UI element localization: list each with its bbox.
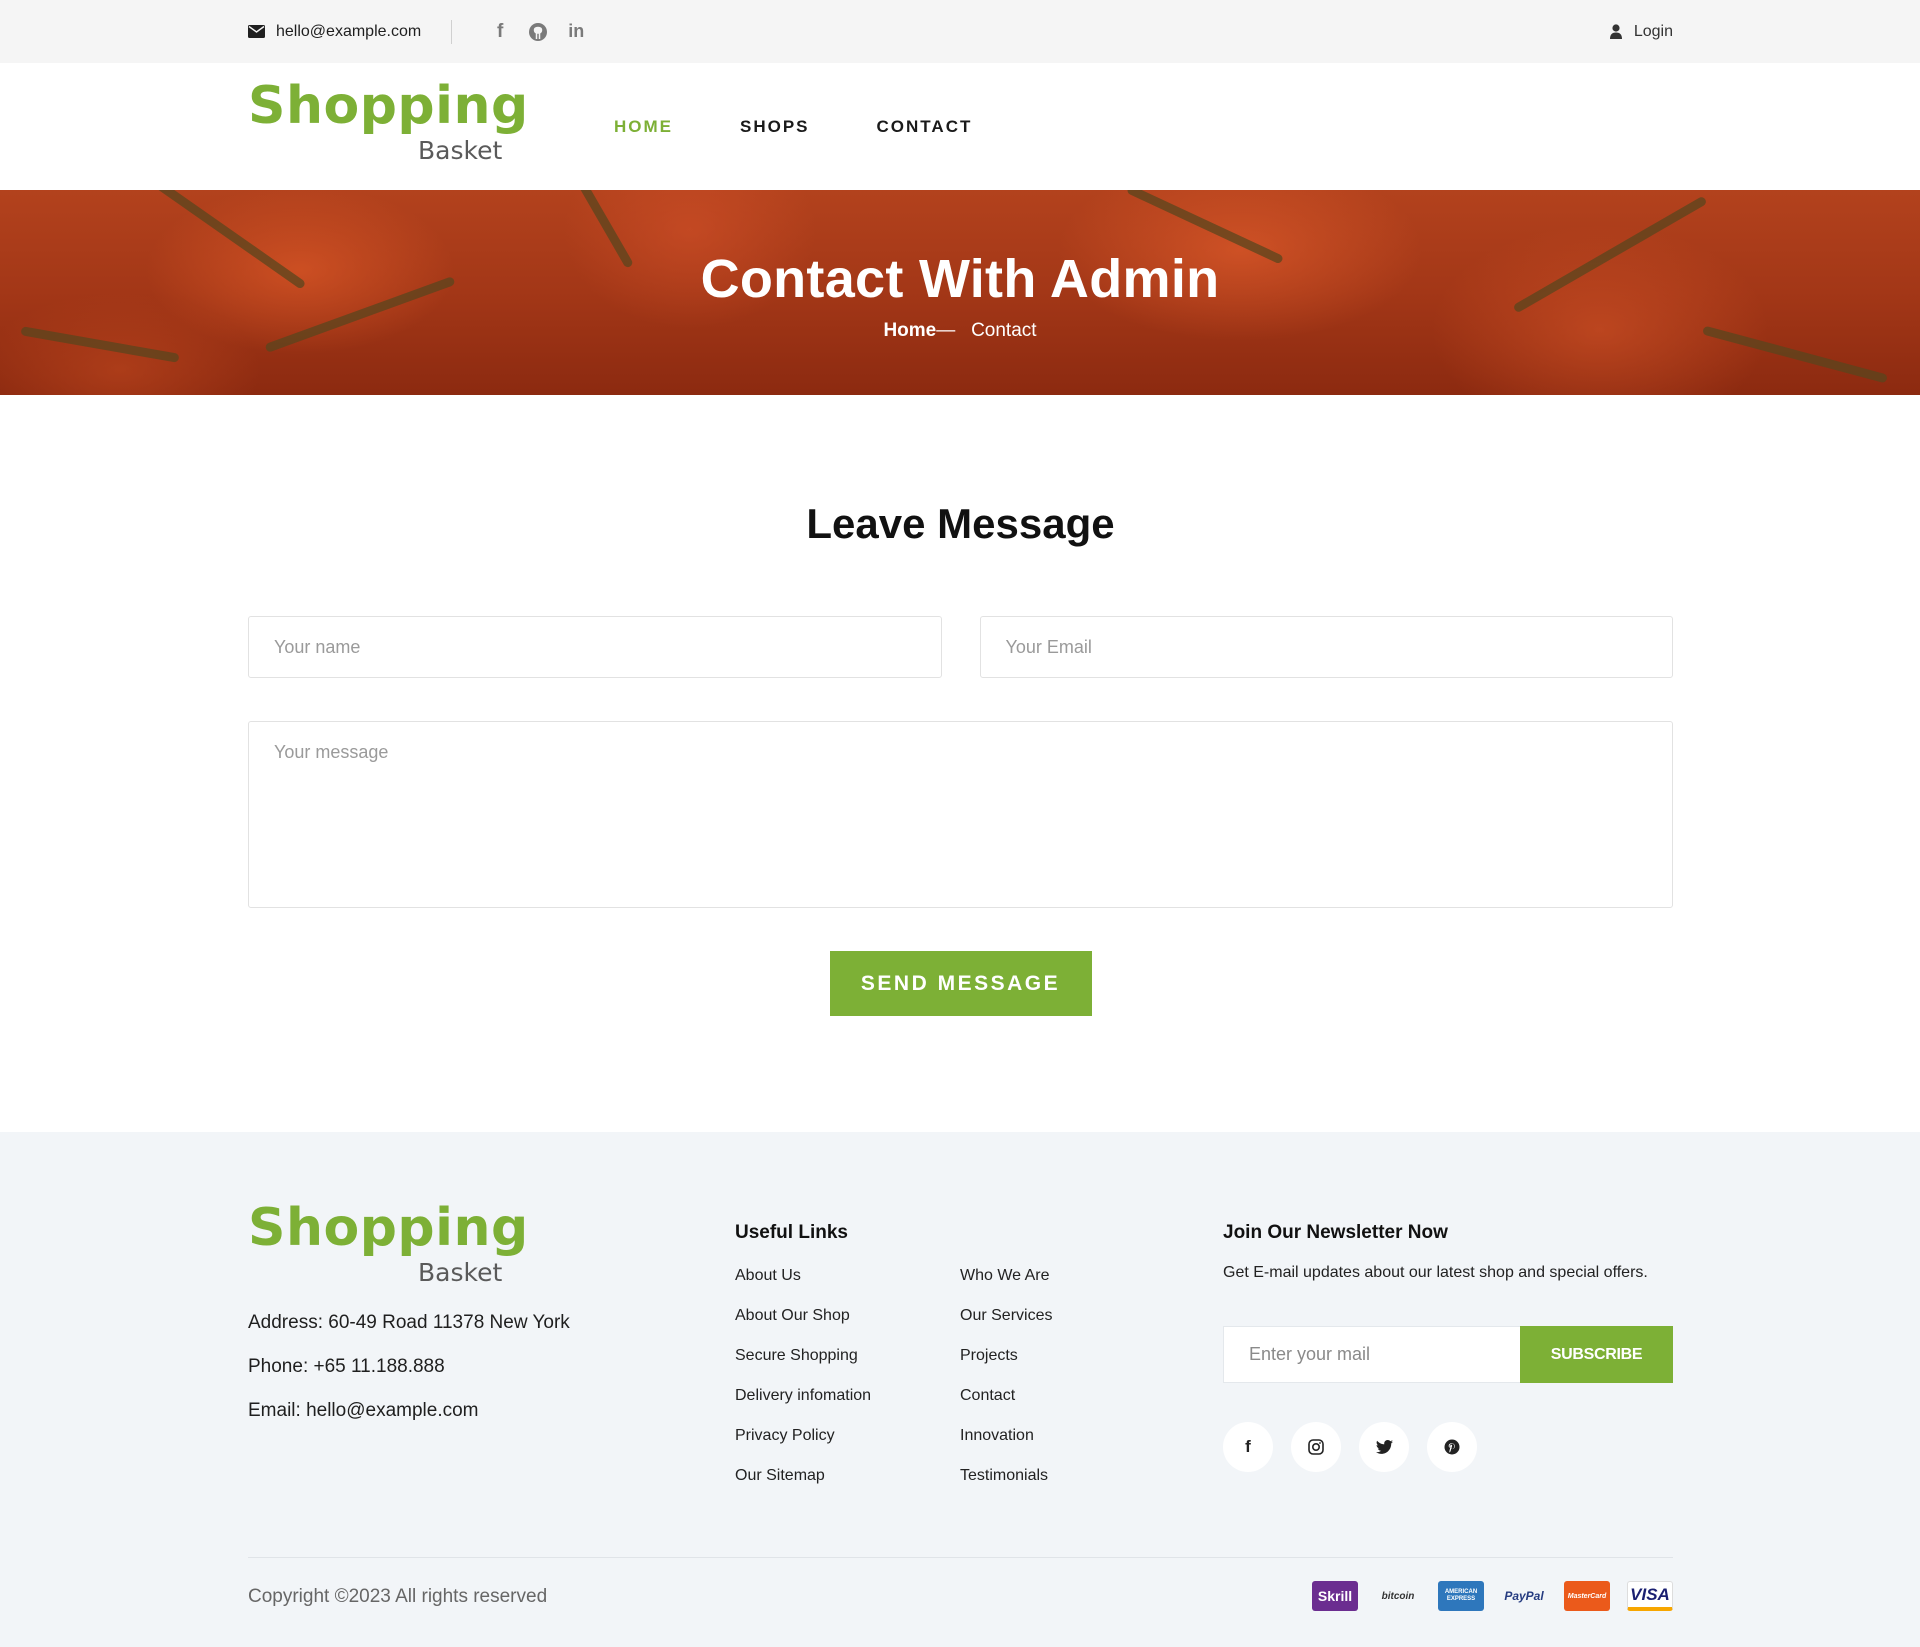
nav-home[interactable]: HOME bbox=[614, 117, 673, 137]
subscribe-button[interactable]: SUBSCRIBE bbox=[1520, 1326, 1673, 1383]
facebook-icon[interactable]: f bbox=[490, 21, 510, 42]
main-nav: HOME SHOPS CONTACT bbox=[614, 117, 1039, 137]
breadcrumb-home[interactable]: Home bbox=[883, 320, 936, 341]
copyright-text: Copyright ©2023 All rights reserved bbox=[248, 1586, 548, 1607]
top-bar: hello@example.com f in Login bbox=[0, 0, 1920, 63]
nav-contact[interactable]: CONTACT bbox=[877, 117, 973, 137]
instagram-icon[interactable] bbox=[1291, 1422, 1341, 1472]
logo-sub-text: Basket bbox=[418, 135, 503, 165]
breadcrumb-current: Contact bbox=[971, 320, 1037, 341]
envelope-icon bbox=[248, 25, 265, 38]
skrill-icon: Skrill bbox=[1312, 1581, 1358, 1611]
topbar-social: f in bbox=[490, 21, 586, 42]
user-icon bbox=[1609, 24, 1622, 39]
footer-link[interactable]: Testimonials bbox=[960, 1465, 1052, 1505]
message-textarea[interactable] bbox=[248, 721, 1673, 908]
facebook-icon[interactable]: f bbox=[1223, 1422, 1273, 1472]
footer-link[interactable]: Secure Shopping bbox=[735, 1345, 871, 1385]
section-title: Leave Message bbox=[806, 500, 1115, 547]
site-logo[interactable]: Shopping Basket bbox=[248, 80, 528, 165]
amex-icon: AMERICAN EXPRESS bbox=[1438, 1581, 1484, 1611]
footer-link[interactable]: Privacy Policy bbox=[735, 1425, 871, 1465]
footer-logo-sub: Basket bbox=[418, 1258, 503, 1287]
mastercard-icon: MasterCard bbox=[1564, 1581, 1610, 1611]
useful-links-title: Useful Links bbox=[735, 1222, 848, 1243]
nav-shops[interactable]: SHOPS bbox=[740, 117, 810, 137]
visa-icon: VISA bbox=[1627, 1581, 1673, 1611]
page-banner: Contact With Admin Home— Contact bbox=[0, 190, 1920, 395]
name-input[interactable] bbox=[248, 616, 942, 678]
breadcrumb: Home— Contact bbox=[0, 320, 1920, 342]
newsletter-title: Join Our Newsletter Now bbox=[1223, 1222, 1448, 1243]
footer-address: Address: 60-49 Road 11378 New York bbox=[248, 1312, 570, 1333]
login-link[interactable]: Login bbox=[1609, 22, 1673, 41]
send-message-button[interactable]: SEND MESSAGE bbox=[829, 951, 1092, 1016]
newsletter-form: SUBSCRIBE bbox=[1223, 1326, 1673, 1383]
email-input[interactable] bbox=[979, 616, 1673, 678]
form-row bbox=[248, 616, 1673, 678]
logo-main-text: Shopping bbox=[248, 75, 529, 136]
breadcrumb-separator: — bbox=[936, 320, 956, 341]
payment-methods: Skrill bitcoin AMERICAN EXPRESS PayPal M… bbox=[1312, 1581, 1673, 1611]
bitcoin-icon: bitcoin bbox=[1381, 1590, 1415, 1602]
footer-logo-main: Shopping bbox=[248, 1198, 529, 1258]
newsletter-text: Get E-mail updates about our latest shop… bbox=[1223, 1264, 1648, 1281]
login-label: Login bbox=[1633, 22, 1673, 40]
page-title: Contact With Admin bbox=[700, 249, 1220, 309]
useful-links-col-2: Who We Are Our Services Projects Contact… bbox=[960, 1265, 1052, 1505]
site-footer: Shopping Basket Address: 60-49 Road 1137… bbox=[0, 1132, 1920, 1647]
footer-contact-info: Address: 60-49 Road 11378 New York Phone… bbox=[248, 1312, 570, 1444]
topbar-email-text: hello@example.com bbox=[276, 22, 422, 40]
footer-email: Email: hello@example.com bbox=[248, 1400, 479, 1421]
twitter-icon[interactable] bbox=[1359, 1422, 1409, 1472]
contact-section: Leave Message SEND MESSAGE bbox=[248, 500, 1673, 1016]
linkedin-icon[interactable]: in bbox=[566, 21, 586, 42]
footer-link[interactable]: About Our Shop bbox=[735, 1305, 871, 1345]
footer-link[interactable]: Who We Are bbox=[960, 1265, 1052, 1305]
site-header: Shopping Basket HOME SHOPS CONTACT bbox=[0, 63, 1920, 190]
footer-divider bbox=[248, 1557, 1673, 1558]
footer-link[interactable]: Delivery infomation bbox=[735, 1385, 871, 1425]
footer-link[interactable]: About Us bbox=[735, 1265, 871, 1305]
footer-link[interactable]: Projects bbox=[960, 1345, 1052, 1385]
footer-phone: Phone: +65 11.188.888 bbox=[248, 1356, 445, 1377]
footer-link[interactable]: Our Services bbox=[960, 1305, 1052, 1345]
pinterest-icon[interactable] bbox=[1427, 1422, 1477, 1472]
footer-social: f bbox=[1223, 1422, 1477, 1472]
topbar-divider bbox=[451, 19, 453, 44]
footer-link[interactable]: Innovation bbox=[960, 1425, 1052, 1465]
paypal-icon: PayPal bbox=[1504, 1589, 1544, 1603]
newsletter-email-input[interactable] bbox=[1223, 1326, 1520, 1383]
useful-links-col-1: About Us About Our Shop Secure Shopping … bbox=[735, 1265, 871, 1505]
footer-link[interactable]: Our Sitemap bbox=[735, 1465, 871, 1505]
footer-link[interactable]: Contact bbox=[960, 1385, 1052, 1425]
github-icon[interactable] bbox=[528, 22, 548, 42]
footer-logo[interactable]: Shopping Basket bbox=[248, 1202, 528, 1287]
topbar-email[interactable]: hello@example.com bbox=[248, 23, 421, 41]
